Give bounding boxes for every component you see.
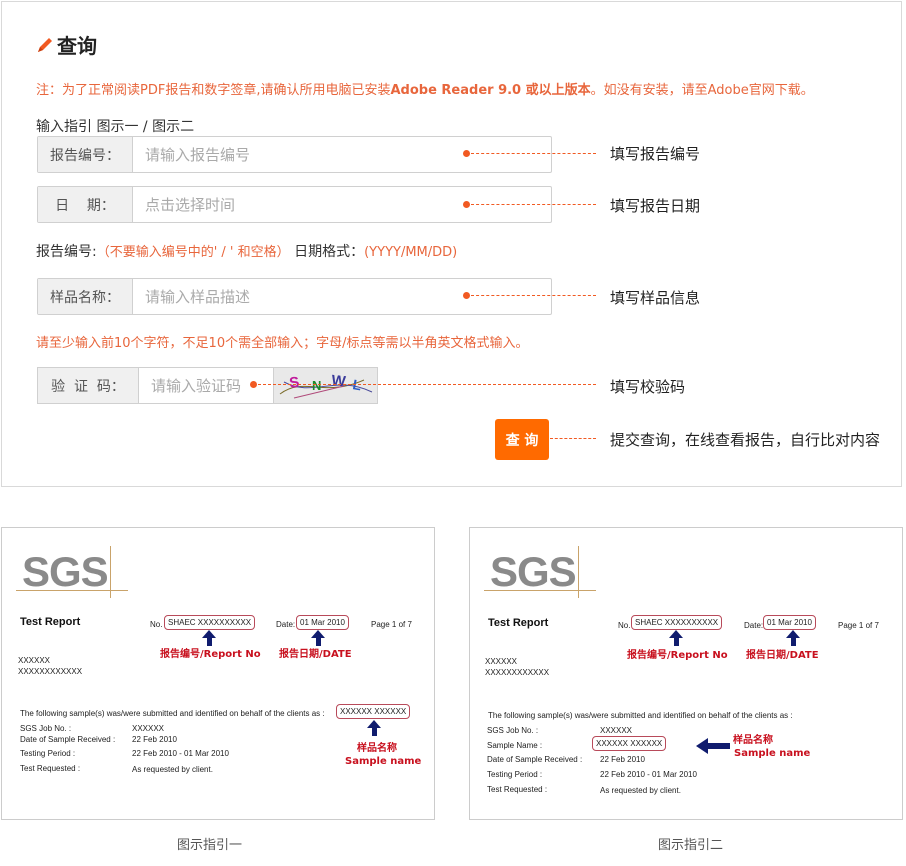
captcha-image[interactable]: S N W L [273, 368, 377, 403]
connector-line [550, 438, 596, 439]
connector-dot [463, 201, 470, 208]
date-annotation: 报告日期/DATE [279, 649, 352, 660]
sample-annotation-cn: 样品名称 [357, 743, 397, 754]
report-no-box: SHAEC XXXXXXXXXX [631, 615, 723, 630]
guide-label: 输入指引 [36, 119, 92, 135]
arrow-up-icon [786, 630, 800, 638]
connector-line [471, 153, 596, 154]
example-image-one: SGS Test Report No. SHAEC XXXXXXXXXX Dat… [1, 527, 435, 820]
sample-input[interactable] [133, 279, 551, 314]
sample-box: XXXXXX XXXXXX [592, 736, 667, 751]
submit-hint: 提交查询，在线查看报告，自行比对内容 [610, 431, 881, 449]
report-no-label: 报告编号： [38, 137, 133, 172]
date-label: 日 期： [38, 187, 133, 222]
report-no-box: SHAEC XXXXXXXXXX [164, 615, 256, 630]
page-title: 查询 [57, 34, 97, 58]
report-no-hint: 填写报告编号 [610, 145, 701, 163]
date-annotation: 报告日期/DATE [746, 650, 819, 661]
doc-title: Test Report [488, 617, 549, 629]
example-caption-one: 图示指引一 [177, 838, 243, 853]
format-rules: 报告编号:（不要输入编号中的' / ' 和空格） 日期格式：(YYYY/MM/D… [36, 244, 458, 260]
svg-text:N: N [312, 378, 321, 393]
sample-label: 样品名称： [38, 279, 133, 314]
sample-note: 请至少输入前10个字符，不足10个需全部输入；字母/标点等需以半角英文格式输入。 [36, 336, 529, 351]
captcha-field: 验 证 码： S N W L [37, 367, 378, 404]
query-button[interactable]: 查 询 [495, 419, 549, 460]
arrow-up-icon [367, 720, 381, 728]
connector-dot [250, 381, 257, 388]
statement: The following sample(s) was/were submitt… [20, 709, 325, 718]
arrow-up-icon [202, 630, 216, 638]
svg-text:S: S [288, 374, 300, 392]
example-image-two: SGS Test Report No. SHAEC XXXXXXXXXX Dat… [469, 527, 903, 820]
sgs-logo: SGS [490, 548, 577, 595]
arrow-up-icon [669, 630, 683, 638]
pencil-icon [38, 37, 52, 52]
arrow-up-icon [311, 630, 325, 638]
guide-link-two[interactable]: 图示二 [152, 119, 194, 135]
connector-line [258, 384, 596, 385]
sample-field: 样品名称： [37, 278, 552, 315]
date-box: 01 Mar 2010 [763, 615, 816, 630]
svg-text:W: W [331, 372, 348, 390]
title-row: 查询 [36, 30, 97, 59]
connector-line [471, 204, 596, 205]
connector-line [471, 295, 596, 296]
connector-dot [463, 150, 470, 157]
arrow-left-icon [696, 738, 730, 754]
sample-annotation-en: Sample name [734, 748, 811, 759]
date-box: 01 Mar 2010 [296, 615, 349, 630]
input-guide: 输入指引 图示一 / 图示二 [36, 119, 195, 135]
report-no-annotation: 报告编号/Report No [627, 650, 728, 661]
doc-title: Test Report [20, 616, 81, 628]
statement: The following sample(s) was/were submitt… [488, 711, 793, 720]
report-no-field: 报告编号： [37, 136, 552, 173]
report-no-annotation: 报告编号/Report No [160, 649, 261, 660]
sample-box: XXXXXX XXXXXX [336, 704, 411, 719]
sgs-logo: SGS [22, 548, 109, 595]
captcha-label: 验 证 码： [38, 368, 140, 403]
sample-annotation-en: Sample name [345, 756, 422, 767]
date-hint: 填写报告日期 [610, 197, 701, 215]
sample-annotation-cn: 样品名称 [733, 735, 773, 746]
report-no-input[interactable] [133, 137, 551, 172]
query-panel: 查询 注：为了正常阅读PDF报告和数字签章,请确认所用电脑已安装Adobe Re… [1, 1, 902, 487]
guide-link-one[interactable]: 图示一 [96, 119, 138, 135]
example-caption-two: 图示指引二 [658, 838, 724, 853]
captcha-hint: 填写校验码 [610, 378, 686, 396]
connector-dot [463, 292, 470, 299]
sample-hint: 填写样品信息 [610, 289, 701, 307]
notice-text: 注：为了正常阅读PDF报告和数字签章,请确认所用电脑已安装Adobe Reade… [36, 83, 814, 98]
